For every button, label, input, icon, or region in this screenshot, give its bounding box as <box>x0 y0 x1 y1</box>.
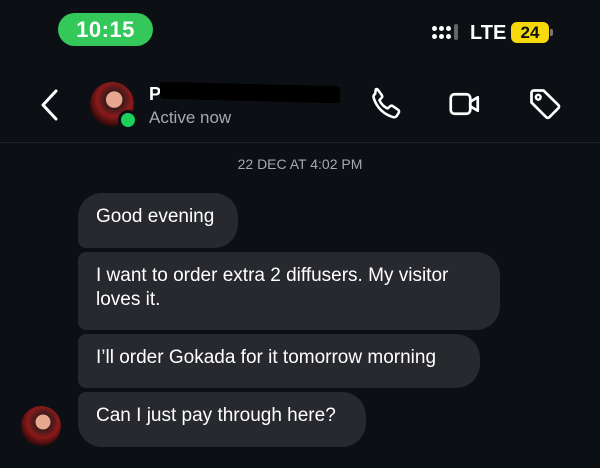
video-call-button[interactable] <box>447 86 483 122</box>
header-divider <box>0 142 600 143</box>
battery-nub <box>550 29 553 36</box>
video-camera-icon <box>449 92 480 116</box>
network-type: LTE <box>470 22 507 44</box>
battery-icon: 24 <box>511 22 549 43</box>
message-bubble[interactable]: I want to order extra 2 diffusers. My vi… <box>78 252 500 330</box>
message-bubble[interactable]: Good evening <box>78 193 238 248</box>
message-bubble[interactable]: I’ll order Gokada for it tomorrow mornin… <box>78 334 480 388</box>
message-timestamp: 22 DEC AT 4:02 PM <box>237 156 363 172</box>
name-redaction <box>160 81 340 104</box>
phone-icon <box>372 87 401 119</box>
back-button[interactable] <box>36 88 66 122</box>
status-time: 10:15 <box>58 13 153 46</box>
contact-avatar-button[interactable] <box>90 82 138 130</box>
voice-call-button[interactable] <box>368 86 404 122</box>
signal-strength-icon <box>432 24 462 44</box>
presence-status: Active now <box>149 108 232 127</box>
sender-avatar[interactable] <box>21 406 61 446</box>
online-status-dot <box>118 110 138 130</box>
label-button[interactable] <box>527 86 563 122</box>
tag-icon <box>530 89 561 120</box>
message-bubble[interactable]: Can I just pay through here? <box>78 392 366 447</box>
chevron-left-icon <box>41 89 58 121</box>
